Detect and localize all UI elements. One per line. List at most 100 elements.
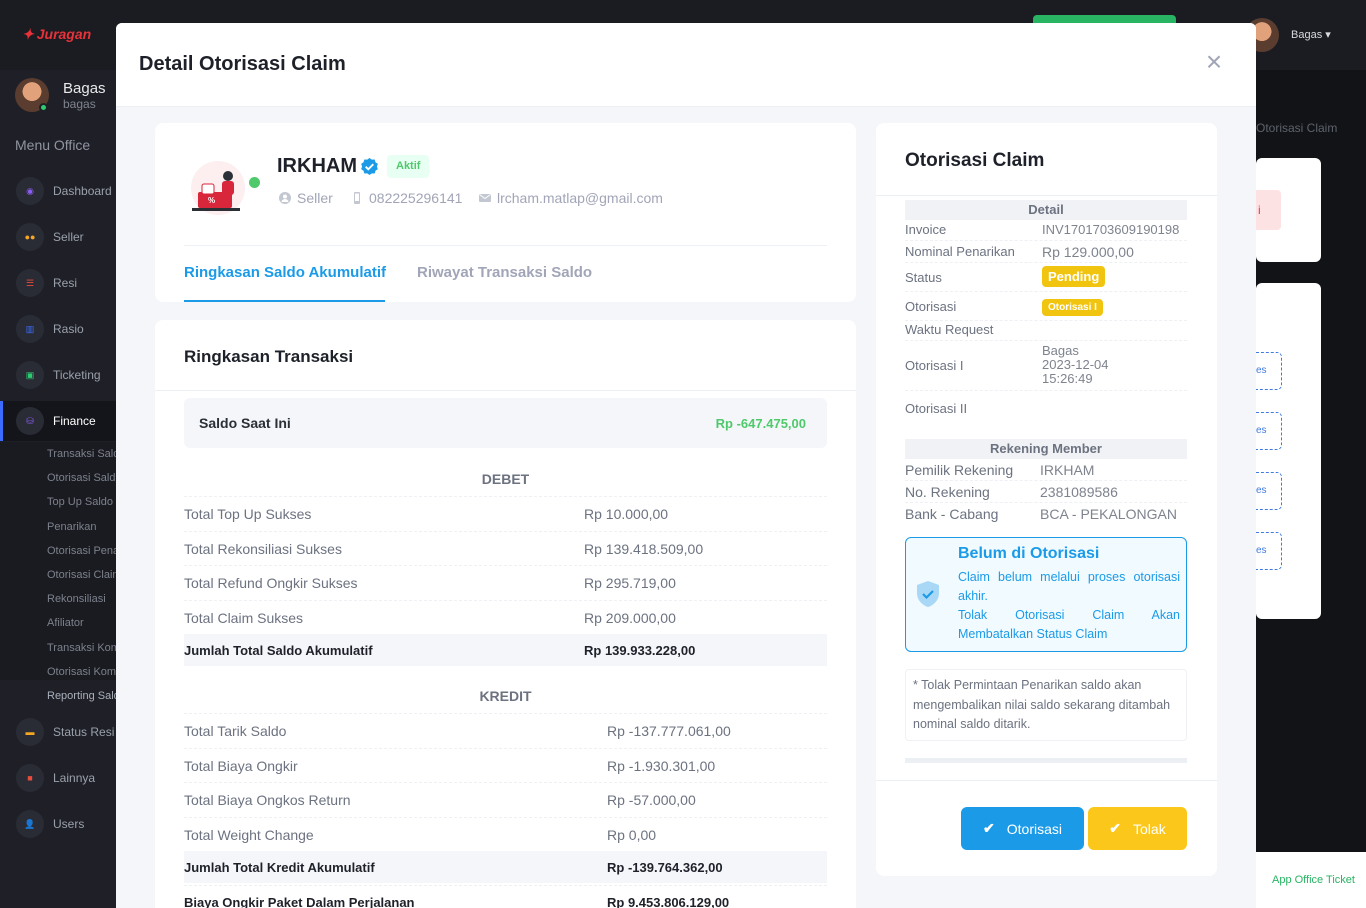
tab-ringkasan-saldo[interactable]: Ringkasan Saldo Akumulatif — [184, 264, 386, 281]
table-row: Total Rekonsiliasi Sukses Rp 139.418.509,… — [184, 530, 827, 566]
modal-header: Detail Otorisasi Claim × — [116, 23, 1256, 107]
alert-text: Claim belum melalui proses otorisasi akh… — [958, 570, 1180, 641]
no-rekening-row: No. Rekening 2381089586 — [905, 481, 1187, 503]
current-balance-label: Saldo Saat Ini — [199, 415, 291, 431]
table-row: Biaya Ongkir Paket Dalam Perjalanan Rp 9.… — [184, 885, 827, 908]
sidebar-item-seller[interactable]: ●● Seller — [0, 217, 116, 257]
current-balance-value: Rp -647.475,00 — [715, 416, 806, 431]
chat-icon: ■ — [16, 764, 44, 792]
otorisasi-2-row: Otorisasi II — [905, 401, 968, 416]
submenu-otorisasi-claim[interactable]: Otorisasi Claim — [0, 563, 116, 587]
table-row: Total Biaya Ongkir Rp -1.930.301,00 — [184, 747, 827, 783]
chart-icon: ▥ — [16, 315, 44, 343]
detail-heading: Detail — [905, 200, 1187, 220]
active-tab-indicator — [184, 300, 385, 302]
seller-phone: 082225296141 — [351, 190, 462, 206]
background-dashed-button[interactable]: es — [1256, 352, 1282, 390]
seller-illustration: % — [191, 161, 245, 215]
sidebar-item-dashboard[interactable]: ◉ Dashboard — [0, 171, 116, 211]
background-red-button[interactable]: i — [1256, 190, 1281, 230]
table-row: Total Biaya Ongkos Return Rp -57.000,00 — [184, 782, 827, 817]
submenu-transaksi-saldo[interactable]: Transaksi Saldo — [0, 442, 116, 466]
status-badge: Pending — [1042, 266, 1106, 287]
submenu-afiliator[interactable]: Afiliator — [0, 611, 116, 635]
submenu-penarikan[interactable]: Penarikan — [0, 515, 116, 539]
modal-title: Detail Otorisasi Claim — [139, 53, 346, 75]
table-row: Total Refund Ongkir Sukses Rp 295.719,00 — [184, 565, 827, 600]
tab-riwayat-transaksi[interactable]: Riwayat Transaksi Saldo — [417, 264, 592, 281]
sidebar-user-username: bagas — [63, 97, 96, 111]
status-row: Status Pending — [905, 263, 1187, 292]
tolak-button[interactable]: ✔ Tolak — [1088, 807, 1187, 850]
users-icon: 👤 — [16, 810, 44, 838]
divider — [184, 245, 827, 246]
background-dashed-button[interactable]: es — [1256, 472, 1282, 510]
divider — [876, 195, 1217, 196]
list-icon: ☰ — [16, 269, 44, 297]
sidebar-item-finance[interactable]: ⛁ Finance — [0, 401, 116, 441]
invoice-row: Invoice INV1701703609190198 — [905, 220, 1187, 241]
dashboard-icon: ◉ — [16, 177, 44, 205]
ticket-icon: ▣ — [16, 361, 44, 389]
check-icon: ✔ — [983, 820, 995, 836]
submenu-otorisasi-saldo[interactable]: Otorisasi Saldo — [0, 466, 116, 490]
seller-icon: ●● — [16, 223, 44, 251]
star-icon: ✦ — [22, 26, 34, 42]
authorization-alert: Belum di Otorisasi Claim belum melalui p… — [905, 537, 1187, 652]
sidebar-item-rasio[interactable]: ▥ Rasio — [0, 309, 116, 349]
ringkasan-transaksi-card: Ringkasan Transaksi Saldo Saat Ini Rp -6… — [155, 320, 856, 908]
status-badge: Aktif — [387, 155, 430, 178]
bank-cabang-row: Bank - Cabang BCA - PEKALONGAN — [905, 506, 1177, 522]
submenu-rekonsiliasi[interactable]: Rekonsiliasi — [0, 587, 116, 611]
scroll-indicator[interactable] — [905, 758, 1187, 763]
waktu-request-row: Waktu Request — [905, 321, 1187, 341]
sidebar-item-ticketing[interactable]: ▣ Ticketing — [0, 355, 116, 395]
otorisasi-claim-card: Otorisasi Claim Detail Invoice INV1701703… — [876, 123, 1217, 876]
check-icon: ✔ — [1109, 820, 1122, 836]
online-indicator — [249, 177, 260, 188]
close-icon[interactable]: × — [1202, 48, 1226, 76]
otorisasi-row: Otorisasi Otorisasi I — [905, 292, 1187, 321]
app-office-ticket-link[interactable]: App Office Ticket — [1256, 852, 1366, 908]
sidebar-item-users[interactable]: 👤 Users — [0, 804, 116, 844]
divider — [876, 780, 1217, 781]
finance-submenu: Transaksi Saldo Otorisasi Saldo Top Up S… — [0, 442, 116, 702]
submenu-transaksi-komisi[interactable]: Transaksi Komisi — [0, 636, 116, 660]
otorisasi-1-row: Otorisasi I Bagas 2023-12-04 15:26:49 — [905, 341, 1187, 391]
seller-role: Seller — [279, 190, 333, 206]
breadcrumb: Otorisasi Claim — [1256, 121, 1338, 135]
submenu-otorisasi-komisi[interactable]: Otorisasi Komisi — [0, 660, 116, 684]
sidebar-item-status-resi[interactable]: ▬ Status Resi — [0, 712, 116, 752]
shield-check-icon — [917, 581, 939, 607]
current-balance: Saldo Saat Ini Rp -647.475,00 — [184, 398, 827, 448]
user-menu-toggle[interactable]: Bagas ▾ — [1291, 28, 1331, 41]
seller-name: IRKHAM — [277, 155, 357, 177]
menu-title: Menu Office — [15, 137, 91, 153]
auth-title: Otorisasi Claim — [905, 150, 1045, 171]
sidebar-item-resi[interactable]: ☰ Resi — [0, 263, 116, 303]
pemilik-rekening-row: Pemilik Rekening IRKHAM — [905, 459, 1187, 481]
table-row: Total Weight Change Rp 0,00 — [184, 816, 827, 852]
background-dashed-button[interactable]: es — [1256, 532, 1282, 570]
otorisasi-button[interactable]: ✔ Otorisasi — [961, 807, 1084, 850]
user-icon — [279, 192, 291, 204]
table-row: Total Top Up Sukses Rp 10.000,00 — [184, 496, 827, 531]
submenu-reporting-saldo[interactable]: Reporting Saldo — [0, 684, 116, 708]
sidebar-user-name: Bagas — [63, 80, 106, 97]
alert-title: Belum di Otorisasi — [958, 545, 1100, 562]
phone-icon — [354, 192, 360, 204]
sidebar-item-lainnya[interactable]: ■ Lainnya — [0, 758, 116, 798]
kredit-total-row: Jumlah Total Kredit Akumulatif Rp -139.76… — [184, 851, 827, 883]
background-dashed-button[interactable]: es — [1256, 412, 1282, 450]
nominal-row: Nominal Penarikan Rp 129.000,00 — [905, 241, 1187, 263]
submenu-otorisasi-penarikan[interactable]: Otorisasi Penarikan — [0, 539, 116, 563]
verified-badge-icon — [361, 157, 378, 176]
debet-total-row: Jumlah Total Saldo Akumulatif Rp 139.933.… — [184, 634, 827, 666]
submenu-top-up-saldo[interactable]: Top Up Saldo — [0, 490, 116, 514]
brand-logo[interactable]: ✦ Juragan — [22, 26, 91, 43]
finance-icon: ⛁ — [16, 407, 44, 435]
debet-heading: DEBET — [481, 471, 530, 487]
kredit-heading: KREDIT — [479, 688, 532, 704]
rekening-heading: Rekening Member — [905, 439, 1187, 459]
divider — [155, 390, 856, 391]
